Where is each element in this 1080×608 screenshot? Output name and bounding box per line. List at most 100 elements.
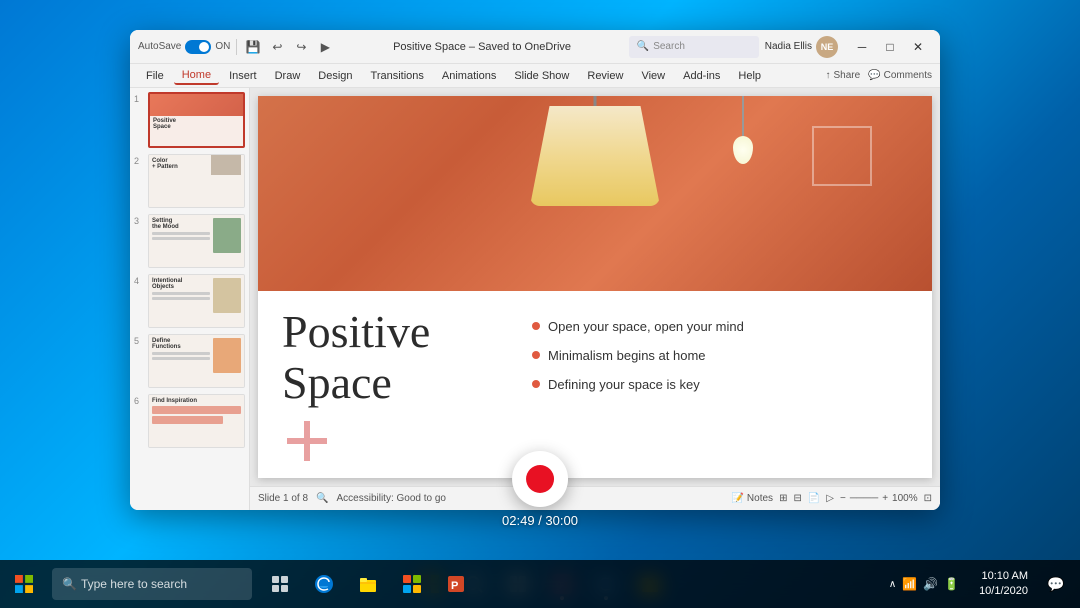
battery-icon[interactable]: 🔋 [944,577,959,591]
thumb6-title: Find Inspiration [152,398,241,404]
lamp-cord2 [742,96,744,136]
volume-icon[interactable]: 🔊 [923,577,938,591]
thumb4-line2 [152,297,210,300]
slide-num-5: 5 [134,334,144,346]
undo-icon[interactable]: ↩ [267,37,287,57]
slide-preview-4[interactable]: IntentionalObjects [148,274,245,328]
bullet-text-1: Open your space, open your mind [548,319,744,334]
taskbar: 🔍 Type here to search [0,560,1080,608]
slide-thumb-2[interactable]: 2 Color+ Pattern [134,154,245,208]
thumb3-content: Settingthe Mood [149,215,244,267]
thumb6-bar1 [152,406,241,414]
tab-insert[interactable]: Insert [221,68,265,84]
thumb4-line1 [152,292,210,295]
status-right: 📝 Notes ⊞ ⊟ 📄 ▷ − ──── + 100% ⊡ [732,493,932,504]
tab-draw[interactable]: Draw [267,68,309,84]
plus-icon [282,416,332,466]
user-avatar[interactable]: NE [816,36,838,58]
save-icon[interactable]: 💾 [243,37,263,57]
slide-preview-2[interactable]: Color+ Pattern [148,154,245,208]
slide-num-1: 1 [134,92,144,104]
comments-button[interactable]: 💬 Comments [868,70,932,81]
thumb5-line2 [152,357,210,360]
tab-animations[interactable]: Animations [434,68,504,84]
tab-review[interactable]: Review [579,68,631,84]
notes-button[interactable]: 📝 Notes [732,493,773,504]
slide-title-line1: Positive [282,306,430,357]
powerpoint-taskbar-icon[interactable]: P [436,564,476,604]
edge-browser-icon[interactable] [304,564,344,604]
tab-slideshow[interactable]: Slide Show [506,68,577,84]
status-bar: Slide 1 of 8 🔍 Accessibility: Good to go… [250,486,940,510]
thumb3-text: Settingthe Mood [152,218,210,264]
bullet-2: Minimalism begins at home [532,348,908,363]
autosave-section: AutoSave ON [138,40,230,54]
zoom-in-btn[interactable]: + [882,493,888,504]
show-hidden-icon[interactable]: ∧ [889,579,896,590]
thumb2-image [211,154,241,175]
slide-thumb-3[interactable]: 3 Settingthe Mood [134,214,245,268]
tab-transitions[interactable]: Transitions [363,68,432,84]
slideshow-icon[interactable]: ▷ [826,493,834,504]
file-explorer-icon[interactable] [348,564,388,604]
slide-title-line2: Space [282,357,392,408]
normal-view-icon[interactable]: ⊞ [779,493,787,504]
zoom-slider[interactable]: ──── [850,493,878,504]
task-view-button[interactable] [260,564,300,604]
tab-help[interactable]: Help [730,68,769,84]
slide-thumb-4[interactable]: 4 IntentionalObjects [134,274,245,328]
store-icon[interactable] [392,564,432,604]
desktop: AutoSave ON 💾 ↩ ↪ ▶ Positive Space – Sav… [0,0,1080,608]
title-search-box[interactable]: 🔍 Search [629,36,759,58]
thumb4-text: IntentionalObjects [152,278,210,324]
thumb5-title: DefineFunctions [152,338,210,350]
slide-hero-image [258,96,932,291]
close-button[interactable]: ✕ [904,33,932,61]
bullet-dot-3 [532,380,540,388]
maximize-button[interactable]: □ [876,33,904,61]
taskbar-search[interactable]: 🔍 Type here to search [52,568,252,600]
slide-preview-3[interactable]: Settingthe Mood [148,214,245,268]
minimize-button[interactable]: ─ [848,33,876,61]
thumb5-image [213,338,241,373]
recording-button[interactable] [512,451,568,507]
share-icon: ↑ [826,70,831,81]
tab-addins[interactable]: Add-ins [675,68,728,84]
slide-panel[interactable]: 1 PositiveSpace 2 [130,88,250,510]
taskbar-right-area: ∧ 📶 🔊 🔋 10:10 AM 10/1/2020 💬 [881,568,1080,600]
slide-thumb-1[interactable]: 1 PositiveSpace [134,92,245,148]
tab-view[interactable]: View [633,68,673,84]
share-button[interactable]: ↑ Share [826,70,861,81]
thumb1-title: PositiveSpace [153,118,240,130]
bullet-text-2: Minimalism begins at home [548,348,706,363]
bullet-3: Defining your space is key [532,377,908,392]
taskbar-clock[interactable]: 10:10 AM 10/1/2020 [971,569,1036,600]
slide-sorter-icon[interactable]: ⊟ [793,493,801,504]
slide-thumb-5[interactable]: 5 DefineFunctions [134,334,245,388]
zoom-level: 100% [892,493,918,504]
start-button[interactable] [0,560,48,608]
slide-preview-6[interactable]: Find Inspiration [148,394,245,448]
tab-home[interactable]: Home [174,67,219,85]
tab-file[interactable]: File [138,68,172,84]
slide-content-area: Positive Space [258,291,932,478]
notification-button[interactable]: 💬 [1040,568,1072,600]
clock-date: 10/1/2020 [979,584,1028,599]
reading-view-icon[interactable]: 📄 [808,493,820,504]
present-icon[interactable]: ▶ [315,37,335,57]
slide-main-title: Positive Space [282,307,502,408]
slide-preview-5[interactable]: DefineFunctions [148,334,245,388]
thumb3-line2 [152,237,210,240]
network-icon[interactable]: 📶 [902,577,917,591]
autosave-toggle[interactable] [185,40,211,54]
zoom-out-btn[interactable]: − [840,493,846,504]
user-section: Nadia Ellis NE [765,36,838,58]
slide-thumb-6[interactable]: 6 Find Inspiration [134,394,245,448]
fit-slide-btn[interactable]: ⊡ [924,493,932,504]
window-controls: ─ □ ✕ [848,33,932,61]
redo-icon[interactable]: ↪ [291,37,311,57]
thumb1-body: PositiveSpace [150,116,243,132]
slide-preview-1[interactable]: PositiveSpace [148,92,245,148]
tab-design[interactable]: Design [310,68,360,84]
slide-num-2: 2 [134,154,144,166]
